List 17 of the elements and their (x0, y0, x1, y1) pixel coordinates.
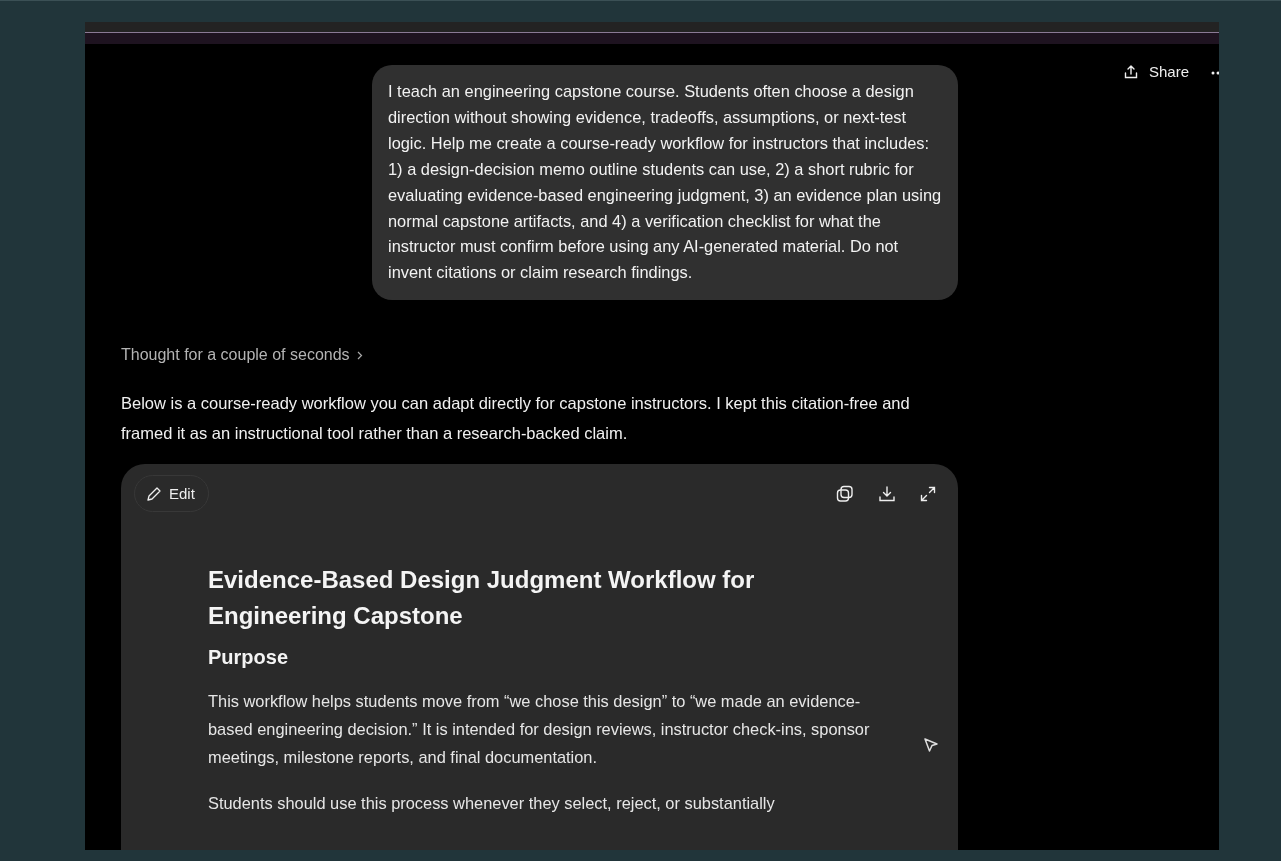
copy-icon[interactable] (836, 484, 854, 503)
document-title: Evidence-Based Design Judgment Workflow for Engineering Capstone (208, 565, 756, 632)
user-message: I teach an engineering capstone course. Students often choose a design direction without showing evidence, tradeoffs, assumptions, or next-test logic. Help me create a course-ready workflow for instructors that includes: 1) a design-decision memo outline students can use, 2) a short rubric for evaluating evidence-based engineering judgment, 3) an evidence plan using normal capstone artifacts, and 4) a verification checklist for what the instructor must confirm before using any AI-generated material. Do not invent citations or claim research findings. (372, 65, 958, 301)
pencil-icon (146, 485, 162, 502)
cursor-icon (923, 737, 939, 754)
chevron-icon (356, 350, 363, 360)
section-heading: Purpose (208, 646, 290, 670)
paragraph: Students should use this process whenever they select, reject, or substantially (208, 793, 776, 815)
share-button[interactable]: Share (1122, 63, 1189, 80)
download-icon[interactable] (878, 484, 896, 503)
edit-button[interactable]: Edit (134, 475, 209, 513)
response-text: Below is a course-ready workflow you can adapt directly for capstone instructors. I kept this citation-free and framed it as an instructional tool rather than a research-backed claim. (121, 393, 911, 445)
more-icon[interactable] (1211, 71, 1219, 75)
paragraph: This workflow helps students move from “we chose this design” to “we made an evidence-based engineering decision.” It is intended for design reviews, instructor check-ins, sponsor meetings, milestone reports, and final documentation. (208, 691, 871, 769)
thought-toggle[interactable]: Thought for a couple of seconds (121, 346, 363, 365)
share-icon (1122, 63, 1139, 80)
expand-icon[interactable] (920, 485, 936, 502)
